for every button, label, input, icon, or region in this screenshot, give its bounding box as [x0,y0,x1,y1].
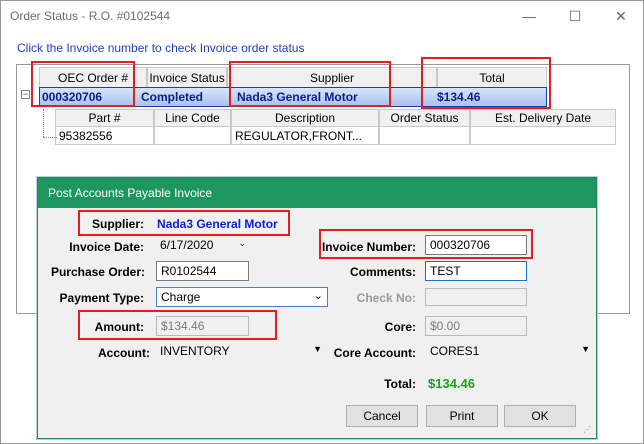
resize-grip-icon[interactable]: ⋰ [583,425,593,435]
print-button[interactable]: Print [426,405,498,427]
highlight-box [78,310,277,340]
dropdown-arrow-icon[interactable]: ▼ [581,344,590,354]
hint-text: Click the Invoice number to check Invoic… [17,41,305,55]
total-value: $134.46 [428,376,475,391]
comments-label: Comments: [349,265,416,279]
sub-header-est-delivery[interactable]: Est. Delivery Date [470,109,616,127]
invoice-date-label: Invoice Date: [69,240,144,254]
core-account-select[interactable]: CORES1 ▼ [426,342,594,362]
highlight-box [31,61,135,107]
sub-header-order-status[interactable]: Order Status [379,109,470,127]
core-account-value: CORES1 [430,344,480,358]
invoice-date-picker[interactable]: 6/17/2020 ⌄ [156,236,250,256]
window-title: Order Status - R.O. #0102544 [10,9,171,23]
minimize-button[interactable]: — [506,1,552,31]
close-button[interactable]: ✕ [598,1,644,31]
maximize-button[interactable]: ☐ [552,1,598,31]
account-label: Account: [98,346,150,360]
order-status-window: Order Status - R.O. #0102544 — ☐ ✕ Click… [0,0,644,444]
account-select[interactable]: INVENTORY ▼ [156,342,326,362]
line-code-cell [154,126,231,145]
column-header-invoice-status[interactable]: Invoice Status [147,67,227,89]
payment-type-value: Charge [161,290,201,304]
check-no-field[interactable] [425,288,527,306]
cancel-button[interactable]: Cancel [346,405,418,427]
invoice-status-cell: Completed [141,90,204,104]
purchase-order-field[interactable]: R0102544 [156,261,249,281]
highlight-box [78,210,290,236]
account-value: INVENTORY [160,344,230,358]
core-account-label: Core Account: [333,346,416,360]
comments-field[interactable]: TEST [425,261,527,281]
tree-line [43,109,44,137]
est-delivery-cell [470,126,616,145]
dialog-title: Post Accounts Payable Invoice [38,178,596,208]
description-cell: REGULATOR,FRONT... [231,126,379,145]
payment-type-select[interactable]: Charge ⌄ [156,287,328,307]
purchase-order-label: Purchase Order: [50,265,145,279]
order-status-cell [379,126,470,145]
sub-header-line-code[interactable]: Line Code [154,109,231,127]
ok-button[interactable]: OK [504,405,576,427]
invoice-date-value: 6/17/2020 [160,238,214,252]
row-collapse-icon[interactable]: − [21,90,30,99]
core-field[interactable]: $0.00 [425,316,527,336]
check-no-label: Check No: [356,291,416,305]
highlight-box [229,61,391,107]
chevron-down-icon[interactable]: ⌄ [238,238,246,249]
core-label: Core: [384,320,416,334]
highlight-box [319,229,533,259]
title-bar: Order Status - R.O. #0102544 — ☐ ✕ [1,1,643,31]
sub-header-description[interactable]: Description [231,109,379,127]
highlight-box [421,57,551,109]
total-label: Total: [384,377,416,391]
payment-type-label: Payment Type: [59,291,144,305]
part-number-cell: 95382556 [55,126,154,145]
sub-header-part[interactable]: Part # [55,109,154,127]
